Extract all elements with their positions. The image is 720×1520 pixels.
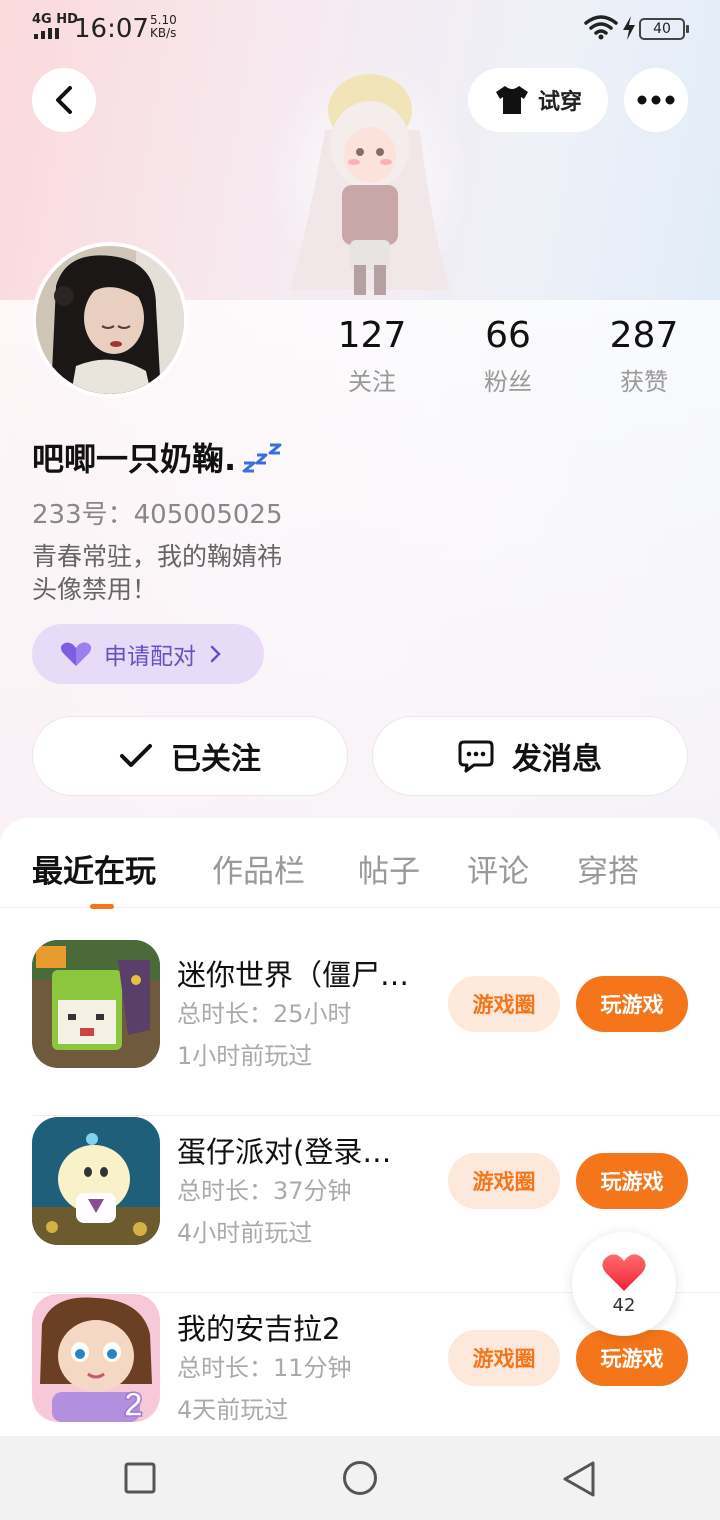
user-id: 233号：405005025 <box>32 500 283 530</box>
clock: 16:07 <box>74 14 149 44</box>
tab-recently-played[interactable]: 最近在玩 <box>32 846 156 891</box>
game-last-played: 4小时前玩过 <box>177 1219 313 1247</box>
system-navigation-bar <box>0 1436 720 1520</box>
tab-comments[interactable]: 评论 <box>467 846 529 891</box>
more-options-button[interactable] <box>624 68 688 132</box>
game-last-played: 1小时前玩过 <box>177 1042 313 1070</box>
tab-works[interactable]: 作品栏 <box>212 846 305 891</box>
chat-bubble-icon <box>458 740 494 773</box>
back-button[interactable] <box>32 68 96 132</box>
send-message-button[interactable]: 发消息 <box>372 716 688 796</box>
signal-icon <box>34 28 59 39</box>
tshirt-icon <box>495 86 528 114</box>
tab-posts[interactable]: 帖子 <box>358 846 420 891</box>
try-on-label: 试穿 <box>537 90 582 115</box>
heart-icon <box>60 642 92 666</box>
sleep-zzz-icon <box>242 443 282 473</box>
charging-icon <box>623 16 635 40</box>
bio: 青春常驻，我的鞠婧祎 头像禁用！ <box>32 542 283 604</box>
avatar-photo <box>36 246 184 394</box>
battery-indicator: 40 <box>639 18 689 40</box>
3d-avatar-figure <box>270 60 470 300</box>
chevron-right-icon <box>210 645 221 663</box>
avatar[interactable] <box>32 242 188 398</box>
game-title: 蛋仔派对(登录… <box>177 1135 392 1169</box>
game-icon-mini-world[interactable] <box>32 940 160 1068</box>
game-icon-eggy-party[interactable] <box>32 1117 160 1245</box>
game-circle-button[interactable]: 游戏圈 <box>448 1330 560 1386</box>
game-duration: 总时长：37分钟 <box>177 1177 352 1205</box>
network-speed: 5.10 KB/s <box>150 13 177 40</box>
game-circle-button[interactable]: 游戏圈 <box>448 976 560 1032</box>
back-arrow-icon <box>56 86 72 114</box>
play-game-button[interactable]: 玩游戏 <box>576 1153 688 1209</box>
request-pair-button[interactable]: 申请配对 <box>32 624 264 684</box>
game-title: 迷你世界（僵尸… <box>177 958 410 992</box>
status-bar: 4G HD 16:07 5.10 KB/s 40 <box>0 0 720 56</box>
game-icon-my-talking-angela-2[interactable]: 2 <box>32 1294 160 1422</box>
nickname: 吧唧一只奶鞠. <box>32 434 284 480</box>
game-duration: 总时长：25小时 <box>177 1000 352 1028</box>
svg-text:2: 2 <box>124 1386 143 1422</box>
game-duration: 总时长：11分钟 <box>177 1354 352 1382</box>
floating-like-button[interactable]: 42 <box>572 1232 676 1336</box>
square-nav-icon[interactable] <box>124 1462 156 1494</box>
profile-tabs: 最近在玩 作品栏 帖子 评论 穿搭 <box>0 818 720 909</box>
following-button[interactable]: 已关注 <box>32 716 348 796</box>
check-icon <box>120 744 152 767</box>
try-on-button[interactable]: 试穿 <box>468 68 608 132</box>
play-game-button[interactable]: 玩游戏 <box>576 976 688 1032</box>
wifi-icon <box>584 15 618 40</box>
row-divider <box>32 1115 720 1116</box>
stat-likes[interactable]: 287 获赞 <box>579 316 709 397</box>
active-tab-indicator <box>90 904 114 909</box>
tab-outfits[interactable]: 穿搭 <box>577 846 639 891</box>
game-row[interactable]: 迷你世界（僵尸… 总时长：25小时 1小时前玩过 游戏圈 玩游戏 <box>32 940 720 1116</box>
play-game-button[interactable]: 玩游戏 <box>576 1330 688 1386</box>
stat-following[interactable]: 127 关注 <box>307 316 437 397</box>
like-count: 42 <box>612 1294 636 1316</box>
heart-icon <box>602 1253 646 1291</box>
more-dots-icon <box>637 95 675 105</box>
game-circle-button[interactable]: 游戏圈 <box>448 1153 560 1209</box>
circle-nav-icon[interactable] <box>342 1460 378 1496</box>
network-type: 4G HD <box>32 12 78 27</box>
stat-followers[interactable]: 66 粉丝 <box>443 316 573 397</box>
content-panel: 最近在玩 作品栏 帖子 评论 穿搭 迷你世界（僵尸… 总时长：25小时 1小时前… <box>0 818 720 1438</box>
game-last-played: 4天前玩过 <box>177 1396 289 1424</box>
game-title: 我的安吉拉2 <box>177 1312 341 1346</box>
triangle-back-nav-icon[interactable] <box>562 1460 596 1498</box>
